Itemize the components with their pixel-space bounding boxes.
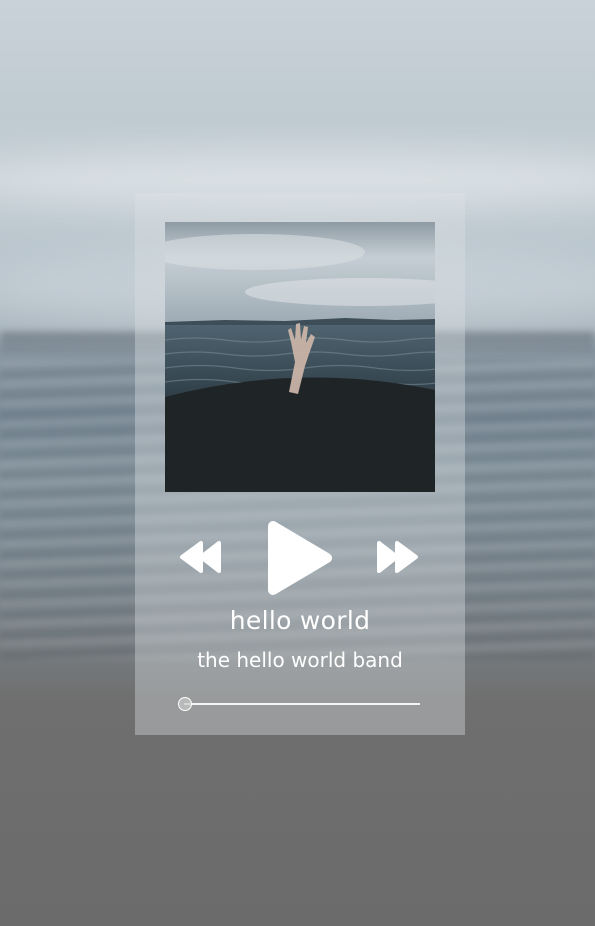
- progress-thumb[interactable]: [178, 697, 192, 711]
- rewind-button[interactable]: [179, 540, 223, 574]
- rewind-icon: [180, 541, 221, 573]
- play-button[interactable]: [265, 520, 333, 596]
- artist-name: the hello world band: [197, 648, 403, 672]
- progress-track[interactable]: [184, 703, 420, 705]
- song-title: hello world: [229, 606, 371, 635]
- playback-controls: [165, 518, 435, 598]
- fast-forward-button[interactable]: [375, 540, 419, 574]
- play-icon: [268, 521, 332, 595]
- album-cover: [165, 222, 435, 492]
- progress-slider[interactable]: [178, 696, 422, 712]
- fast-forward-icon: [377, 541, 418, 573]
